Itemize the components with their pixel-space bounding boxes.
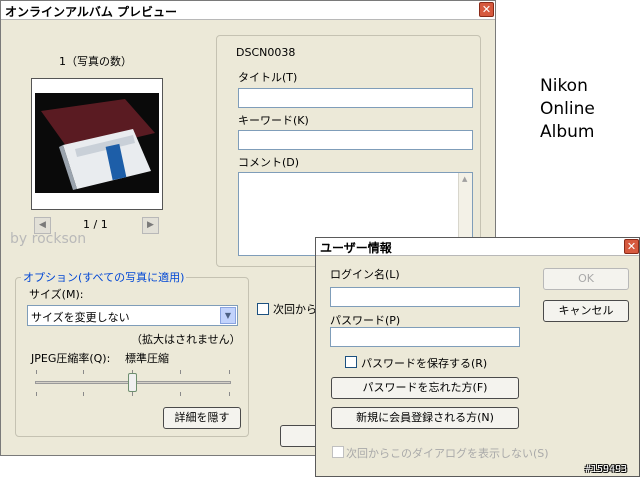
- book-photo-image: [35, 93, 159, 193]
- password-input[interactable]: [330, 327, 520, 347]
- title-input[interactable]: [238, 88, 473, 108]
- next-time-checkbox-label: 次回から: [273, 303, 317, 316]
- main-titlebar[interactable]: オンラインアルバム プレビュー ✕: [1, 1, 495, 20]
- keyword-field-label: キーワード(K): [238, 114, 309, 127]
- dont-show-again-checkbox[interactable]: [332, 446, 344, 458]
- ok-button[interactable]: OK: [543, 268, 629, 290]
- slider-tick: [83, 392, 84, 396]
- slider-tick: [229, 370, 230, 374]
- size-select-value: サイズを変更しない: [31, 311, 130, 324]
- password-label: パスワード(P): [330, 314, 401, 327]
- photo-count-label: 1（写真の数）: [59, 55, 132, 68]
- dialog-title: ユーザー情報: [320, 241, 392, 255]
- slider-tick: [36, 370, 37, 374]
- hidden-action-button[interactable]: [280, 425, 320, 447]
- chevron-down-icon[interactable]: ▼: [220, 307, 236, 324]
- size-note: （拡大はされません）: [131, 333, 241, 346]
- title-field-label: タイトル(T): [238, 71, 298, 84]
- size-label: サイズ(M):: [29, 288, 84, 301]
- slider-tick: [229, 392, 230, 396]
- image-id-label: #159493: [585, 464, 628, 475]
- jpeg-compression-label: JPEG圧縮率(Q):: [31, 352, 111, 365]
- login-name-input[interactable]: [330, 287, 520, 307]
- cancel-button[interactable]: キャンセル: [543, 300, 629, 322]
- hide-details-button[interactable]: 詳細を隠す: [163, 407, 241, 429]
- brand-line-3: Album: [540, 122, 595, 142]
- photo-thumbnail-frame[interactable]: [31, 78, 163, 210]
- dialog-close-icon[interactable]: ✕: [624, 239, 639, 254]
- new-register-button[interactable]: 新規に会員登録される方(N): [331, 407, 519, 429]
- comment-field-label: コメント(D): [238, 156, 300, 169]
- next-photo-button[interactable]: ▶: [142, 217, 159, 234]
- keyword-input[interactable]: [238, 130, 473, 150]
- size-select[interactable]: サイズを変更しない ▼: [27, 305, 238, 326]
- slider-tick: [36, 392, 37, 396]
- brand-line-1: Nikon: [540, 76, 588, 96]
- brand-line-2: Online: [540, 99, 595, 119]
- save-password-checkbox[interactable]: [345, 356, 357, 368]
- photo-thumbnail: [35, 93, 159, 193]
- main-window-title: オンラインアルバム プレビュー: [5, 5, 178, 19]
- pager-text: 1 / 1: [83, 218, 108, 231]
- slider-tick: [180, 370, 181, 374]
- slider-thumb[interactable]: [128, 373, 137, 392]
- main-close-icon[interactable]: ✕: [479, 2, 494, 17]
- options-group-title: オプション(すべての写真に適用): [21, 269, 187, 285]
- user-info-dialog: ユーザー情報 ✕ ログイン名(L) パスワード(P) パスワードを保存する(R)…: [315, 237, 640, 477]
- watermark-text: by rockson: [10, 231, 87, 247]
- file-name-label: DSCN0038: [236, 46, 296, 59]
- slider-tick: [132, 392, 133, 396]
- dont-show-again-label: 次回からこのダイアログを表示しない(S): [346, 447, 549, 460]
- login-name-label: ログイン名(L): [330, 268, 400, 281]
- jpeg-compression-slider[interactable]: [35, 370, 231, 398]
- slider-tick: [83, 370, 84, 374]
- scroll-up-icon[interactable]: ▲: [462, 175, 467, 183]
- jpeg-compression-value: 標準圧縮: [125, 352, 169, 365]
- dialog-titlebar[interactable]: ユーザー情報 ✕: [316, 238, 639, 256]
- next-time-checkbox[interactable]: [257, 303, 269, 315]
- slider-tick: [180, 392, 181, 396]
- forgot-password-button[interactable]: パスワードを忘れた方(F): [331, 377, 519, 399]
- save-password-label: パスワードを保存する(R): [361, 357, 488, 370]
